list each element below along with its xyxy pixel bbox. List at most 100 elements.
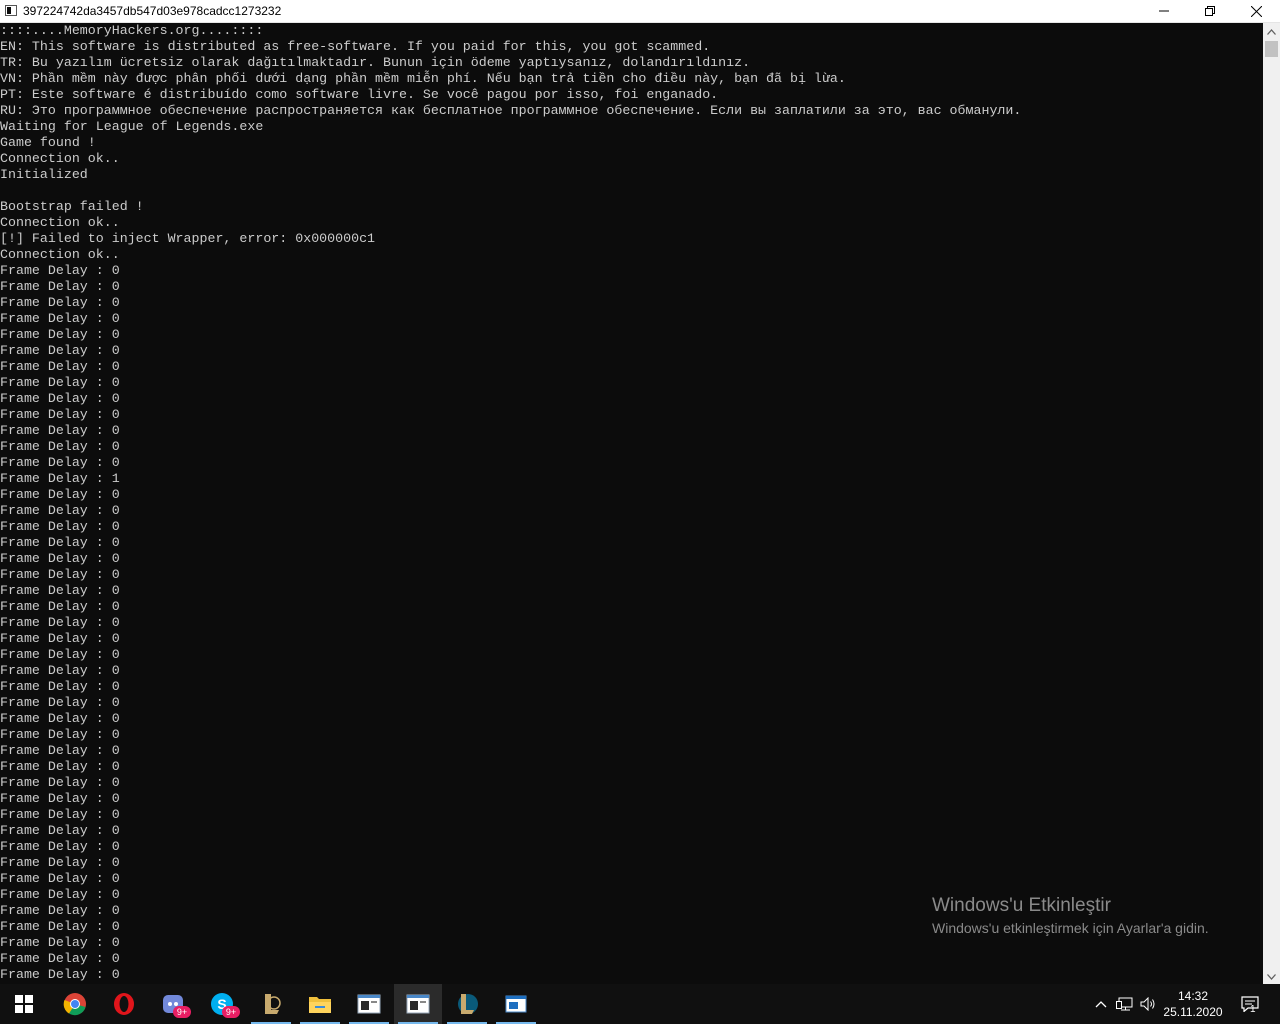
- console-line: Frame Delay : 0: [0, 423, 120, 438]
- app-window-icon: [505, 995, 527, 1013]
- console-line: Frame Delay : 0: [0, 487, 120, 502]
- console-line: Frame Delay : 0: [0, 807, 120, 822]
- window-titlebar[interactable]: 397224742da3457db547d03e978cadcc1273232: [0, 0, 1280, 23]
- console-line: Frame Delay : 0: [0, 439, 120, 454]
- console-line: EN: This software is distributed as free…: [0, 39, 711, 54]
- network-button[interactable]: [1114, 984, 1136, 1024]
- taskbar-league-client[interactable]: [247, 984, 295, 1024]
- console-line: Frame Delay : 0: [0, 951, 120, 966]
- taskbar-skype[interactable]: S 9+: [198, 984, 246, 1024]
- opera-icon: [114, 993, 134, 1015]
- chrome-icon: [63, 993, 86, 1016]
- console-line: Frame Delay : 0: [0, 647, 120, 662]
- console-line: Frame Delay : 0: [0, 855, 120, 870]
- scrollbar-thumb[interactable]: [1265, 41, 1278, 57]
- console-line: RU: Это программное обеспечение распрост…: [0, 103, 1022, 118]
- console-line: Frame Delay : 0: [0, 679, 120, 694]
- console-line: PT: Este software é distribuído como sof…: [0, 87, 719, 102]
- console-line: Frame Delay : 0: [0, 615, 120, 630]
- start-button[interactable]: [0, 984, 48, 1024]
- console-line: Frame Delay : 0: [0, 311, 120, 326]
- scroll-down-button[interactable]: [1263, 968, 1280, 985]
- console-line: Frame Delay : 0: [0, 743, 120, 758]
- console-output[interactable]: ::::....MemoryHackers.org....:::: EN: Thi…: [0, 23, 1263, 985]
- watermark-subtitle: Windows'u etkinleştirmek için Ayarlar'a …: [932, 920, 1209, 936]
- file-explorer-icon: [309, 997, 331, 1013]
- console-line: Waiting for League of Legends.exe: [0, 119, 264, 134]
- clock-date: 25.11.2020: [1163, 1005, 1223, 1019]
- vertical-scrollbar[interactable]: [1263, 23, 1280, 985]
- restore-button[interactable]: [1187, 0, 1233, 22]
- console-line: Frame Delay : 0: [0, 519, 120, 534]
- league-client-icon: [265, 994, 281, 1014]
- taskbar-console-2-active[interactable]: [394, 984, 442, 1024]
- console-line: Frame Delay : 0: [0, 871, 120, 886]
- taskbar: 9+ S 9+ 14:32 25.11.2020 1: [0, 984, 1280, 1024]
- skype-badge: 9+: [222, 1006, 240, 1018]
- console-line: Frame Delay : 0: [0, 375, 120, 390]
- taskbar-console-1[interactable]: [345, 984, 393, 1024]
- console-line: Frame Delay : 0: [0, 775, 120, 790]
- close-button[interactable]: [1233, 0, 1279, 22]
- console-line: Connection ok..: [0, 215, 120, 230]
- windows-start-icon: [15, 995, 33, 1013]
- console-line: Frame Delay : 0: [0, 551, 120, 566]
- console-line: ::::....MemoryHackers.org....::::: [0, 23, 264, 38]
- console-line: Frame Delay : 0: [0, 567, 120, 582]
- windows-activation-watermark: Windows'u Etkinleştir Windows'u etkinleş…: [932, 894, 1209, 938]
- clock-time: 14:32: [1177, 989, 1209, 1003]
- console-line: Frame Delay : 0: [0, 663, 120, 678]
- console-line: Initialized: [0, 167, 88, 182]
- console-line: VN: Phần mềm này được phân phối dưới dạn…: [0, 71, 846, 86]
- taskbar-opera[interactable]: [100, 984, 148, 1024]
- console-line: Frame Delay : 0: [0, 583, 120, 598]
- console-line: Game found !: [0, 135, 96, 150]
- watermark-title: Windows'u Etkinleştir: [932, 895, 1111, 916]
- console-app-icon: [5, 5, 17, 16]
- minimize-icon: [1159, 10, 1169, 12]
- chevron-down-icon: [1267, 973, 1276, 980]
- taskbar-file-explorer[interactable]: [296, 984, 344, 1024]
- console-line: Frame Delay : 0: [0, 711, 120, 726]
- console-line: Frame Delay : 0: [0, 279, 120, 294]
- console-line: Frame Delay : 0: [0, 295, 120, 310]
- chevron-up-icon: [1267, 28, 1276, 35]
- console-line: Frame Delay : 0: [0, 391, 120, 406]
- console-line: [!] Failed to inject Wrapper, error: 0x0…: [0, 231, 376, 246]
- console-line: Frame Delay : 0: [0, 455, 120, 470]
- taskbar-app-window[interactable]: [492, 984, 540, 1024]
- minimize-button[interactable]: [1141, 0, 1187, 22]
- console-line: Connection ok..: [0, 247, 120, 262]
- console-line: Frame Delay : 0: [0, 327, 120, 342]
- console-window-icon: [357, 994, 381, 1014]
- league-of-legends-icon: [458, 994, 478, 1014]
- console-line: Frame Delay : 0: [0, 503, 120, 518]
- taskbar-clock[interactable]: 14:32 25.11.2020: [1158, 988, 1228, 1020]
- restore-icon: [1205, 6, 1215, 16]
- taskbar-discord[interactable]: 9+: [149, 984, 197, 1024]
- scroll-up-button[interactable]: [1263, 23, 1280, 40]
- chevron-up-icon: [1095, 1001, 1107, 1008]
- close-icon: [1250, 5, 1262, 17]
- console-line: Frame Delay : 0: [0, 535, 120, 550]
- console-line: Frame Delay : 0: [0, 823, 120, 838]
- console-line: Frame Delay : 0: [0, 791, 120, 806]
- console-line: Frame Delay : 0: [0, 759, 120, 774]
- console-line: Bootstrap failed !: [0, 199, 144, 214]
- console-line: Frame Delay : 0: [0, 407, 120, 422]
- console-line: Frame Delay : 0: [0, 839, 120, 854]
- discord-badge: 9+: [173, 1006, 191, 1018]
- volume-button[interactable]: [1138, 984, 1158, 1024]
- window-title: 397224742da3457db547d03e978cadcc1273232: [23, 4, 282, 18]
- console-line: Frame Delay : 0: [0, 359, 120, 374]
- show-hidden-icons-button[interactable]: [1092, 984, 1110, 1024]
- console-line: Frame Delay : 0: [0, 967, 120, 982]
- taskbar-league-of-legends[interactable]: [443, 984, 491, 1024]
- console-line: Frame Delay : 1: [0, 471, 120, 486]
- console-line: Frame Delay : 0: [0, 599, 120, 614]
- taskbar-chrome[interactable]: [51, 984, 99, 1024]
- console-line: Frame Delay : 0: [0, 343, 120, 358]
- console-line: Frame Delay : 0: [0, 695, 120, 710]
- volume-icon: [1140, 997, 1155, 1011]
